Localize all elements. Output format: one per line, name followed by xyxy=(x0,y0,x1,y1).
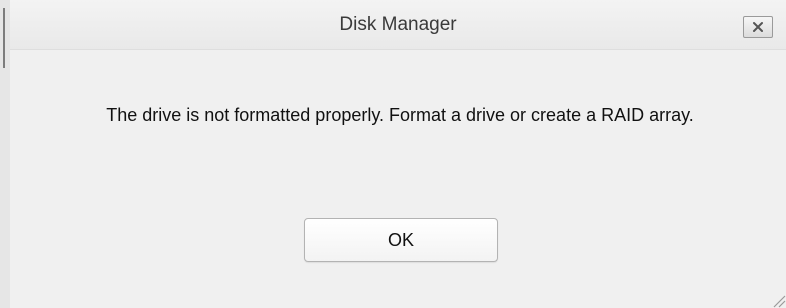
page: Disk Manager The drive is not formatted … xyxy=(0,0,786,308)
dialog-title: Disk Manager xyxy=(339,14,457,35)
close-icon xyxy=(752,21,764,33)
dialog-message: The drive is not formatted properly. For… xyxy=(106,105,694,125)
disk-manager-dialog: Disk Manager The drive is not formatted … xyxy=(10,0,786,308)
ok-button[interactable]: OK xyxy=(304,218,498,262)
resize-grip-icon[interactable] xyxy=(766,288,786,308)
close-button[interactable] xyxy=(743,16,773,38)
background-window-mark xyxy=(3,8,5,68)
dialog-titlebar[interactable]: Disk Manager xyxy=(10,0,786,50)
